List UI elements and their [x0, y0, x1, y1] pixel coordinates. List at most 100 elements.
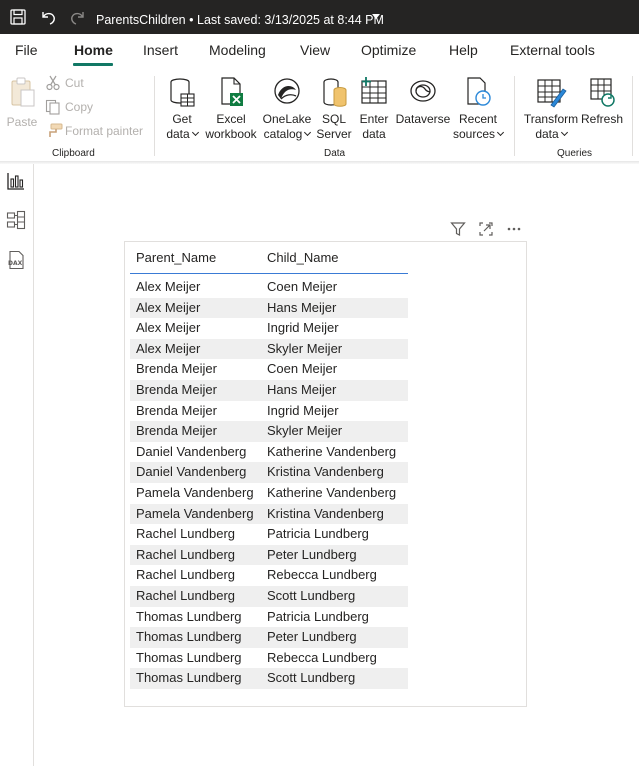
cell-child-name: Peter Lundberg: [267, 629, 357, 645]
enter-data-button[interactable]: Enter data: [356, 76, 392, 142]
svg-text:DAX: DAX: [8, 260, 23, 267]
tab-insert[interactable]: Insert: [143, 42, 178, 58]
cell-parent-name: Thomas Lundberg: [136, 629, 242, 645]
table-row[interactable]: Alex Meijer Coen Meijer: [130, 277, 408, 298]
tab-optimize[interactable]: Optimize: [361, 42, 416, 58]
table-row[interactable]: Daniel Vandenberg Katherine Vandenberg: [130, 442, 408, 463]
cell-parent-name: Rachel Lundberg: [136, 526, 236, 542]
table-row[interactable]: Thomas Lundberg Scott Lundberg: [130, 668, 408, 689]
cell-child-name: Skyler Meijer: [267, 423, 343, 439]
tab-file[interactable]: File: [15, 42, 38, 58]
more-options-icon[interactable]: [506, 221, 522, 237]
transform-data-button[interactable]: Transform data: [522, 76, 580, 142]
refresh-button[interactable]: Refresh: [580, 76, 624, 127]
table-row[interactable]: Rachel Lundberg Rebecca Lundberg: [130, 565, 408, 586]
table-row[interactable]: Brenda Meijer Hans Meijer: [130, 379, 408, 401]
window-title: ParentsChildren • Last saved: 3/13/2025 …: [96, 0, 384, 34]
cut-label: Cut: [65, 76, 84, 90]
table-row[interactable]: Alex Meijer Hans Meijer: [130, 297, 408, 319]
sql-server-icon: [323, 78, 347, 107]
recent-sources-button[interactable]: Recent sources: [452, 76, 505, 142]
table-row[interactable]: Alex Meijer Skyler Meijer: [130, 338, 408, 360]
recent-sources-label-1: Recent: [458, 112, 498, 126]
column-header-parent-name[interactable]: Parent_Name: [136, 250, 216, 265]
cell-child-name: Coen Meijer: [267, 361, 338, 377]
chevron-down-icon: [560, 128, 568, 137]
tab-modeling[interactable]: Modeling: [209, 42, 266, 58]
cell-parent-name: Daniel Vandenberg: [136, 443, 247, 459]
table-row[interactable]: Rachel Lundberg Patricia Lundberg: [130, 524, 408, 545]
undo-icon[interactable]: [39, 8, 57, 26]
cell-parent-name: Alex Meijer: [136, 299, 201, 315]
table-header: Parent_Name Child_Name: [130, 246, 408, 274]
cell-child-name: Scott Lundberg: [267, 670, 356, 686]
transform-data-icon: [537, 79, 567, 108]
active-tab-indicator: [73, 63, 113, 66]
paste-label: Paste: [6, 115, 38, 129]
onelake-label-2: catalog: [261, 127, 313, 142]
view-navigation-rail: DAX: [0, 164, 34, 766]
format-painter-label: Format painter: [65, 124, 144, 138]
enter-data-label-1: Enter: [359, 112, 389, 126]
tab-home[interactable]: Home: [74, 42, 113, 58]
report-view-icon[interactable]: [6, 171, 26, 191]
chevron-down-icon: [496, 128, 505, 137]
cell-parent-name: Thomas Lundberg: [136, 670, 242, 686]
filter-icon[interactable]: [450, 221, 466, 237]
dataverse-button[interactable]: Dataverse: [395, 76, 451, 127]
focus-mode-icon[interactable]: [478, 221, 494, 237]
cell-child-name: Coen Meijer: [267, 279, 338, 294]
table-row[interactable]: Pamela Vandenberg Kristina Vandenberg: [130, 503, 408, 525]
table-row[interactable]: Rachel Lundberg Peter Lundberg: [130, 544, 408, 566]
cell-parent-name: Pamela Vandenberg: [136, 505, 254, 521]
tab-help[interactable]: Help: [449, 42, 478, 58]
excel-icon: [221, 77, 243, 106]
onelake-label-1: OneLake: [262, 112, 312, 126]
column-header-child-name[interactable]: Child_Name: [267, 250, 339, 265]
redo-icon[interactable]: [69, 8, 87, 26]
get-data-button[interactable]: Get data: [162, 76, 202, 142]
dataverse-label: Dataverse: [395, 112, 451, 126]
table-row[interactable]: Brenda Meijer Ingrid Meijer: [130, 401, 408, 422]
table-row[interactable]: Rachel Lundberg Scott Lundberg: [130, 585, 408, 607]
model-view-icon[interactable]: [6, 210, 26, 230]
onelake-catalog-button[interactable]: OneLake catalog: [261, 76, 313, 142]
cell-child-name: Ingrid Meijer: [267, 402, 339, 418]
table-row[interactable]: Daniel Vandenberg Kristina Vandenberg: [130, 462, 408, 483]
excel-label-1: Excel: [216, 112, 246, 126]
group-separator: [514, 76, 515, 156]
cell-child-name: Katherine Vandenberg: [267, 443, 397, 459]
cell-child-name: Rebecca Lundberg: [267, 567, 377, 583]
paste-button[interactable]: Paste: [4, 76, 40, 130]
cell-parent-name: Brenda Meijer: [136, 402, 217, 418]
onelake-icon: [274, 78, 300, 104]
sql-label-2: Server: [316, 127, 352, 141]
sql-server-button[interactable]: SQL Server: [315, 76, 353, 142]
table-row[interactable]: Thomas Lundberg Patricia Lundberg: [130, 607, 408, 628]
recent-sources-icon: [467, 77, 491, 106]
cell-parent-name: Alex Meijer: [136, 320, 201, 336]
cell-child-name: Peter Lundberg: [267, 546, 357, 562]
table-row[interactable]: Alex Meijer Ingrid Meijer: [130, 318, 408, 339]
table-row[interactable]: Thomas Lundberg Rebecca Lundberg: [130, 648, 408, 669]
sql-label-1: SQL: [321, 112, 346, 126]
cell-parent-name: Brenda Meijer: [136, 361, 217, 377]
clipboard-group-label: Clipboard: [52, 148, 95, 159]
cell-parent-name: Thomas Lundberg: [136, 649, 242, 665]
excel-workbook-button[interactable]: Excel workbook: [203, 76, 259, 142]
tab-external-tools[interactable]: External tools: [510, 42, 595, 58]
copy-icon: [45, 99, 60, 115]
cell-parent-name: Thomas Lundberg: [136, 608, 242, 624]
refresh-label: Refresh: [580, 112, 624, 126]
dax-query-view-icon[interactable]: DAX: [6, 250, 26, 270]
cell-child-name: Hans Meijer: [267, 381, 337, 397]
save-icon[interactable]: [9, 8, 27, 26]
table-row[interactable]: Brenda Meijer Coen Meijer: [130, 359, 408, 380]
title-dropdown-chevron-icon[interactable]: [372, 14, 380, 19]
enter-data-label-2: data: [362, 127, 386, 141]
group-separator: [632, 76, 633, 156]
table-row[interactable]: Pamela Vandenberg Katherine Vandenberg: [130, 483, 408, 504]
table-row[interactable]: Brenda Meijer Skyler Meijer: [130, 421, 408, 442]
tab-view[interactable]: View: [300, 42, 330, 58]
table-row[interactable]: Thomas Lundberg Peter Lundberg: [130, 627, 408, 648]
